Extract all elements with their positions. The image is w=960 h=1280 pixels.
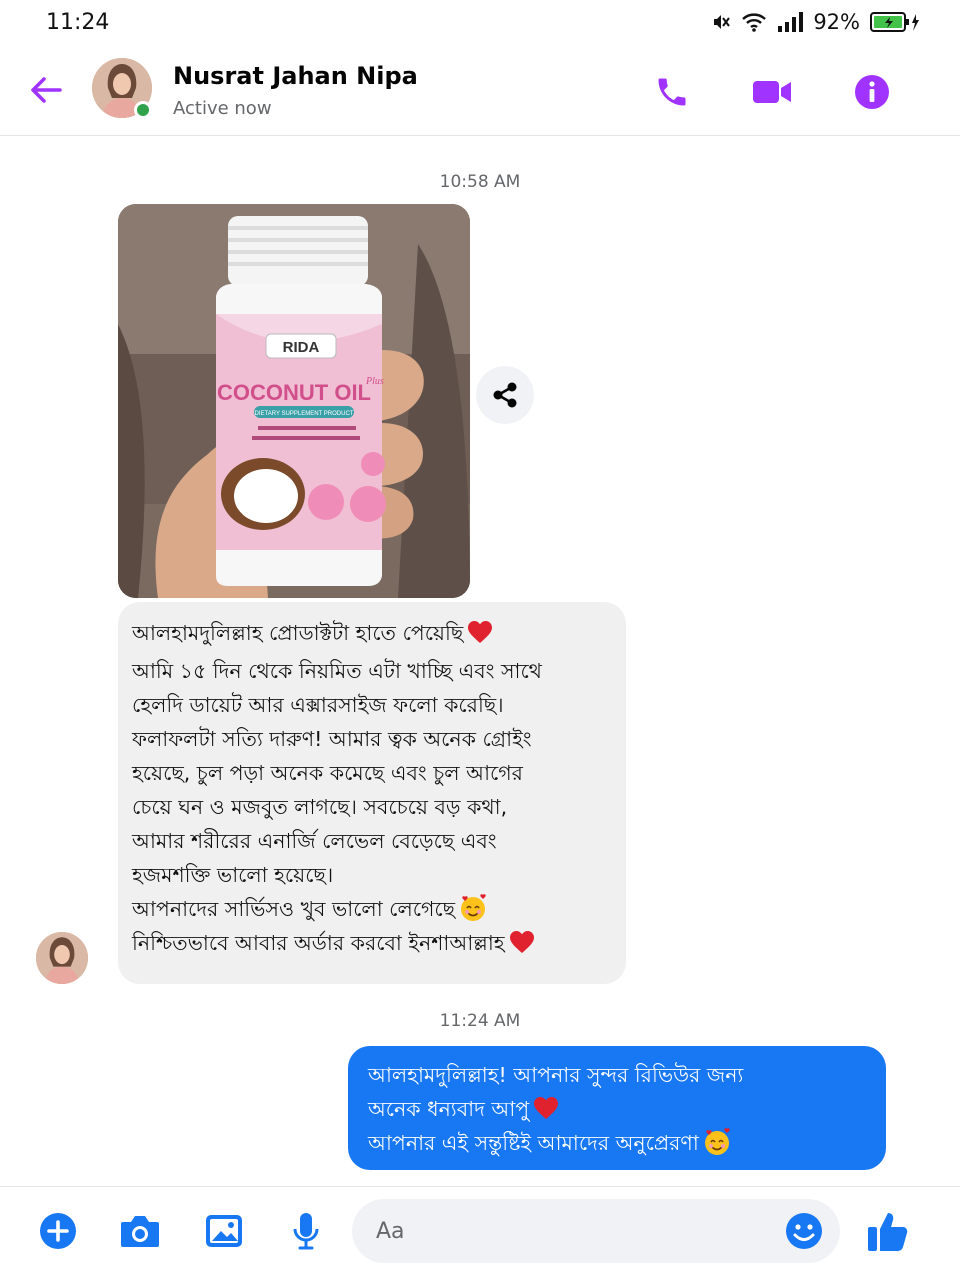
message-line: হয়েছে, চুল পড়া অনেক কমেছে এবং চুল আগের: [132, 761, 523, 785]
signal-icon: [778, 12, 804, 32]
share-icon: [493, 382, 517, 408]
red-heart-icon: [468, 621, 493, 643]
message-line: হজমশক্তি ভালো হয়েছে।: [132, 863, 334, 887]
message-line: আপনাদের সার্ভিসও খুব ভালো লেগেছে: [132, 897, 456, 921]
sender-avatar[interactable]: [36, 932, 88, 984]
svg-text:Plus: Plus: [365, 376, 384, 387]
image-icon: [206, 1215, 242, 1247]
messenger-chat-screen: 11:24 92% Nusrat Jahan Nipa Active now 1…: [0, 0, 960, 1280]
more-actions-button[interactable]: [36, 1209, 80, 1253]
emoji-button[interactable]: [784, 1211, 824, 1251]
red-heart-icon: [509, 931, 534, 953]
wifi-icon: [742, 13, 767, 32]
conversation-info-button[interactable]: [850, 70, 894, 114]
battery-charging-icon: [870, 12, 919, 32]
svg-text:DIETARY SUPPLEMENT PRODUCT: DIETARY SUPPLEMENT PRODUCT: [255, 411, 354, 417]
message-timestamp: 11:24 AM: [439, 1011, 521, 1031]
smiling-face-with-hearts-icon: [704, 1128, 730, 1155]
status-time: 11:24: [46, 10, 110, 35]
voice-call-button[interactable]: [650, 70, 694, 114]
contact-status: Active now: [173, 98, 272, 119]
svg-text:COCONUT OIL: COCONUT OIL: [217, 380, 371, 405]
back-arrow-icon: [31, 77, 62, 103]
message-composer: Aa: [0, 1186, 960, 1280]
mute-icon: [714, 15, 731, 29]
microphone-icon: [293, 1213, 319, 1250]
message-line: আলহামদুলিল্লাহ! আপনার সুন্দর রিভিউর জন্য: [368, 1063, 744, 1087]
conversation-header: Nusrat Jahan Nipa Active now: [0, 48, 960, 136]
phone-icon: [658, 78, 686, 106]
video-camera-icon: [753, 81, 791, 103]
thumbs-up-icon: [868, 1213, 908, 1251]
contact-name[interactable]: Nusrat Jahan Nipa: [173, 62, 418, 90]
voice-record-button[interactable]: [284, 1209, 328, 1253]
product-photo-message[interactable]: RIDA COCONUT OIL Plus DIETARY SUPPLEMENT…: [118, 204, 470, 598]
like-button[interactable]: [866, 1209, 910, 1253]
status-indicators: 92%: [711, 10, 922, 34]
gallery-button[interactable]: [202, 1209, 246, 1253]
message-line: আমার শরীরের এনার্জি লেভেল বেড়েছে এবং: [132, 829, 497, 853]
emoji-icon: [786, 1213, 822, 1249]
svg-text:RIDA: RIDA: [283, 339, 320, 356]
red-heart-icon: [534, 1097, 559, 1119]
camera-icon: [121, 1216, 159, 1247]
outgoing-message-bubble[interactable]: আলহামদুলিল্লাহ! আপনার সুন্দর রিভিউর জন্য…: [348, 1046, 886, 1170]
plus-icon: [40, 1213, 76, 1249]
message-line: চেয়ে ঘন ও মজবুত লাগছে। সবচেয়ে বড় কথা,: [132, 795, 508, 819]
incoming-message-bubble[interactable]: আলহামদুলিল্লাহ প্রোডাক্টটা হাতে পেয়েছি …: [118, 602, 626, 984]
message-line: হেলদি ডায়েট আর এক্সারসাইজ ফলো করেছি।: [132, 693, 504, 717]
smiling-face-with-hearts-icon: [461, 894, 486, 921]
message-line: আমি ১৫ দিন থেকে নিয়মিত এটা খাচ্ছি এবং স…: [132, 659, 542, 683]
message-line: আপনার এই সন্তুষ্টিই আমাদের অনুপ্রেরণা: [368, 1131, 699, 1155]
battery-percent: 92%: [813, 10, 860, 34]
share-button[interactable]: [476, 366, 534, 424]
message-input[interactable]: Aa: [352, 1199, 840, 1263]
active-status-dot: [134, 101, 152, 119]
message-line: ফলাফলটা সত্যি দারুণ! আমার ত্বক অনেক গ্রো…: [132, 727, 532, 751]
message-line: অনেক ধন্যবাদ আপু: [368, 1097, 530, 1121]
info-icon: [855, 75, 889, 109]
back-button[interactable]: [26, 70, 66, 110]
message-timestamp: 10:58 AM: [439, 172, 521, 192]
video-call-button[interactable]: [750, 70, 794, 114]
message-line: নিশ্চিতভাবে আবার অর্ডার করবো ইনশাআল্লাহ: [132, 931, 505, 955]
message-line: আলহামদুলিল্লাহ প্রোডাক্টটা হাতে পেয়েছি: [132, 621, 464, 645]
camera-button[interactable]: [118, 1209, 162, 1253]
status-bar: 11:24 92%: [0, 0, 960, 48]
